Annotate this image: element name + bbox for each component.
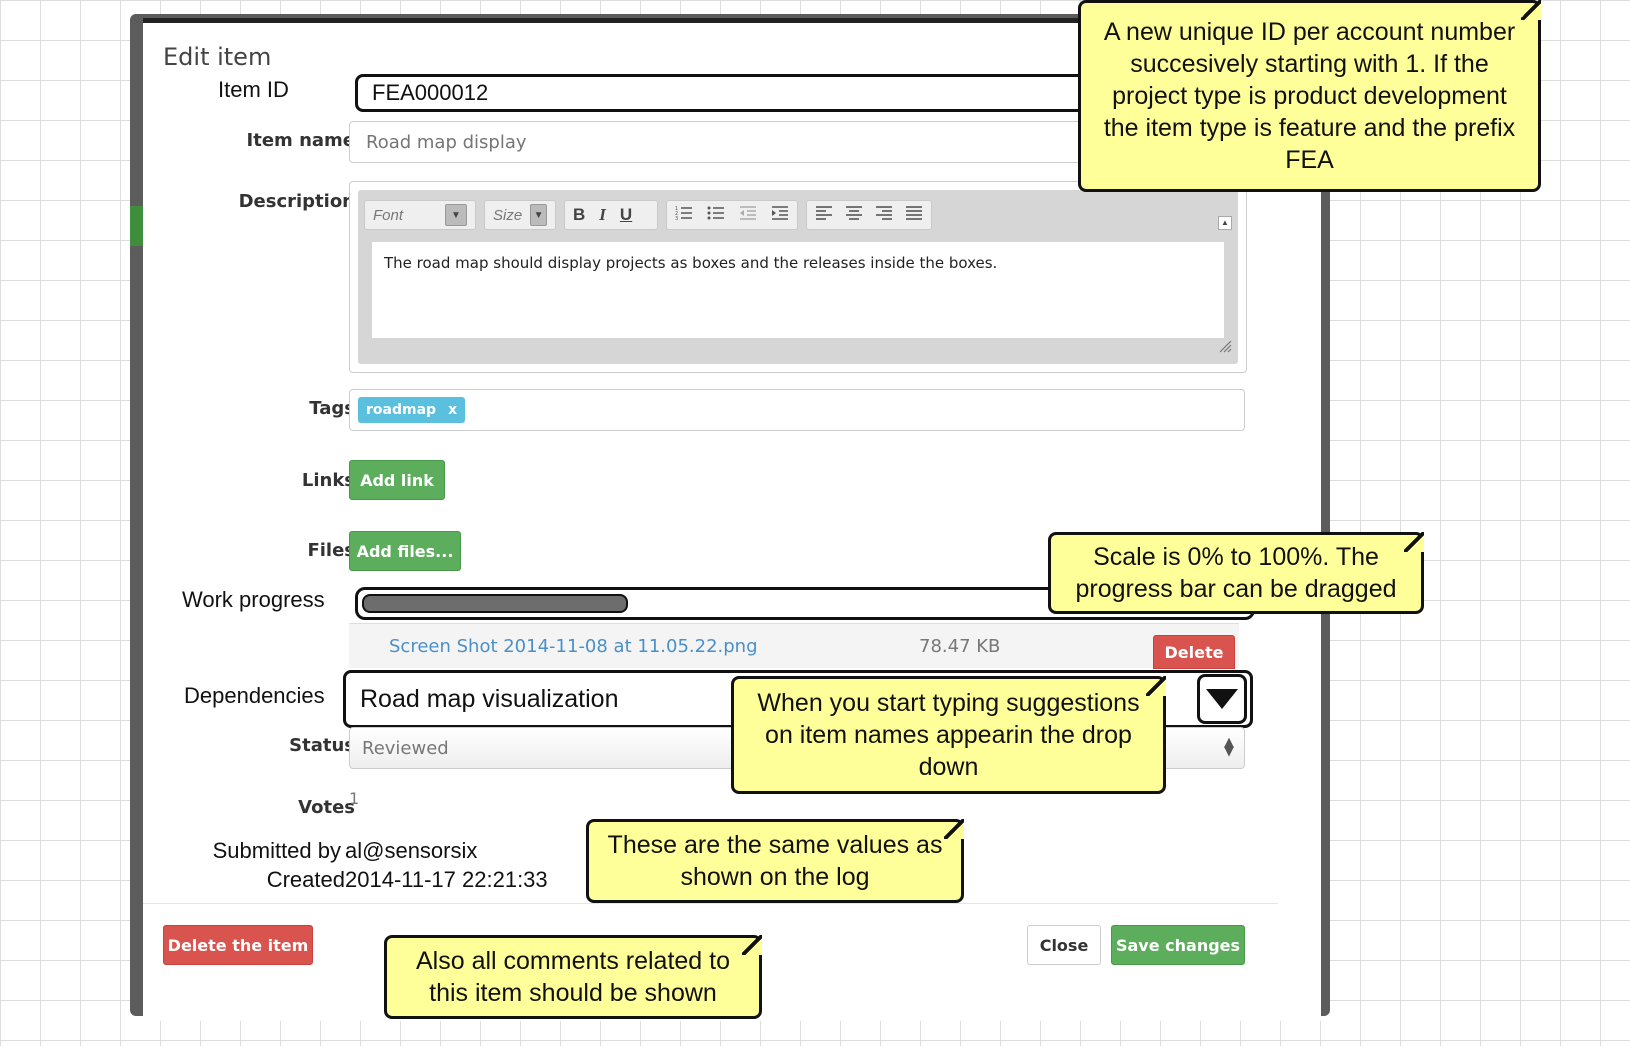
submitted-by-value: al@sensorsix — [345, 838, 478, 863]
note-item-id-text: A new unique ID per account number succe… — [1103, 18, 1516, 174]
note-fold — [944, 819, 964, 839]
file-size: 78.47 KB — [919, 636, 1001, 657]
votes-value: 1 — [349, 789, 360, 808]
italic-button[interactable]: I — [599, 205, 606, 225]
file-name-link[interactable]: Screen Shot 2014-11-08 at 11.05.22.png — [389, 636, 758, 657]
align-center-icon[interactable] — [845, 205, 863, 225]
item-id-value: FEA000012 — [372, 80, 489, 105]
underline-button[interactable]: U — [620, 205, 632, 225]
file-row: Screen Shot 2014-11-08 at 11.05.22.png 7… — [349, 623, 1239, 669]
description-textarea[interactable]: The road map should display projects as … — [372, 242, 1224, 338]
note-dependencies-text: When you start typing suggestions on ite… — [757, 689, 1140, 781]
note-dependencies: When you start typing suggestions on ite… — [731, 676, 1166, 794]
font-combo[interactable]: Font ▼ — [364, 200, 476, 230]
background-green-bar — [130, 206, 144, 246]
created-label: Created — [266, 867, 345, 892]
created-value: 2014-11-17 22:21:33 — [345, 867, 548, 892]
description-editor: Font ▼ Size ▼ B I U 123 ▲ The road map s… — [349, 181, 1247, 373]
align-right-icon[interactable] — [875, 205, 893, 225]
svg-text:3: 3 — [675, 216, 678, 222]
tags-input[interactable]: roadmap x — [349, 389, 1245, 431]
links-label: Links — [301, 470, 355, 491]
align-left-icon[interactable] — [815, 205, 833, 225]
votes-label: Votes — [298, 797, 355, 818]
note-item-id: A new unique ID per account number succe… — [1078, 0, 1541, 192]
unordered-list-icon[interactable] — [707, 204, 725, 226]
collapse-toolbar-icon[interactable]: ▲ — [1218, 216, 1232, 230]
item-id-label: Item ID — [218, 77, 289, 102]
note-progress-text: Scale is 0% to 100%. The progress bar ca… — [1075, 543, 1397, 603]
modal-title: Edit item — [163, 43, 272, 71]
item-name-label: Item name — [246, 130, 355, 151]
tag-chip-label: roadmap — [366, 402, 437, 418]
add-files-button[interactable]: Add files... — [349, 531, 461, 571]
work-progress-label: Work progress — [182, 587, 325, 612]
tag-remove-icon[interactable]: x — [448, 402, 457, 418]
note-fold — [1404, 532, 1424, 552]
note-comments-text: Also all comments related to this item s… — [415, 947, 731, 1007]
ordered-list-icon[interactable]: 123 — [675, 204, 693, 226]
status-label: Status — [289, 735, 355, 756]
work-progress-fill[interactable] — [362, 594, 628, 613]
size-combo[interactable]: Size ▼ — [484, 200, 556, 230]
list-group: 123 — [666, 200, 798, 230]
outdent-icon[interactable] — [739, 204, 757, 226]
chevron-down-icon — [1206, 689, 1238, 709]
note-comments: Also all comments related to this item s… — [384, 935, 762, 1019]
note-log: These are the same values as shown on th… — [586, 819, 964, 903]
add-link-button[interactable]: Add link — [349, 460, 445, 500]
dependencies-dropdown-button[interactable] — [1197, 674, 1247, 724]
description-label: Description — [238, 191, 355, 212]
footer-divider — [143, 903, 1278, 904]
indent-icon[interactable] — [771, 204, 789, 226]
chevron-down-icon: ▼ — [445, 204, 467, 226]
note-fold — [742, 935, 762, 955]
status-value: Reviewed — [362, 737, 449, 759]
align-justify-icon[interactable] — [905, 205, 923, 225]
delete-file-button[interactable]: Delete — [1153, 635, 1235, 669]
dependencies-label: Dependencies — [184, 683, 325, 708]
delete-item-button[interactable]: Delete the item — [163, 925, 313, 965]
text-style-group: B I U — [564, 200, 658, 230]
files-label: Files — [307, 540, 355, 561]
resize-handle-icon[interactable] — [1218, 339, 1232, 358]
chevron-down-icon: ▼ — [530, 204, 547, 226]
save-changes-button[interactable]: Save changes — [1111, 925, 1245, 965]
submitted-by-label: Submitted by — [212, 838, 341, 863]
dependencies-value: Road map visualization — [360, 684, 619, 713]
tag-chip: roadmap x — [358, 397, 466, 423]
font-combo-label: Font — [373, 206, 404, 224]
note-progress: Scale is 0% to 100%. The progress bar ca… — [1048, 532, 1424, 614]
note-fold — [1146, 676, 1166, 696]
size-combo-label: Size — [493, 206, 523, 224]
tags-label: Tags — [309, 398, 355, 419]
select-arrows-icon: ▲ ▼ — [1224, 735, 1234, 759]
editor-chrome: Font ▼ Size ▼ B I U 123 ▲ The road map s… — [358, 190, 1238, 364]
bold-button[interactable]: B — [573, 205, 585, 225]
note-log-text: These are the same values as shown on th… — [607, 831, 943, 891]
close-button[interactable]: Close — [1027, 925, 1101, 965]
note-fold — [1521, 0, 1541, 20]
alignment-group — [806, 200, 932, 230]
